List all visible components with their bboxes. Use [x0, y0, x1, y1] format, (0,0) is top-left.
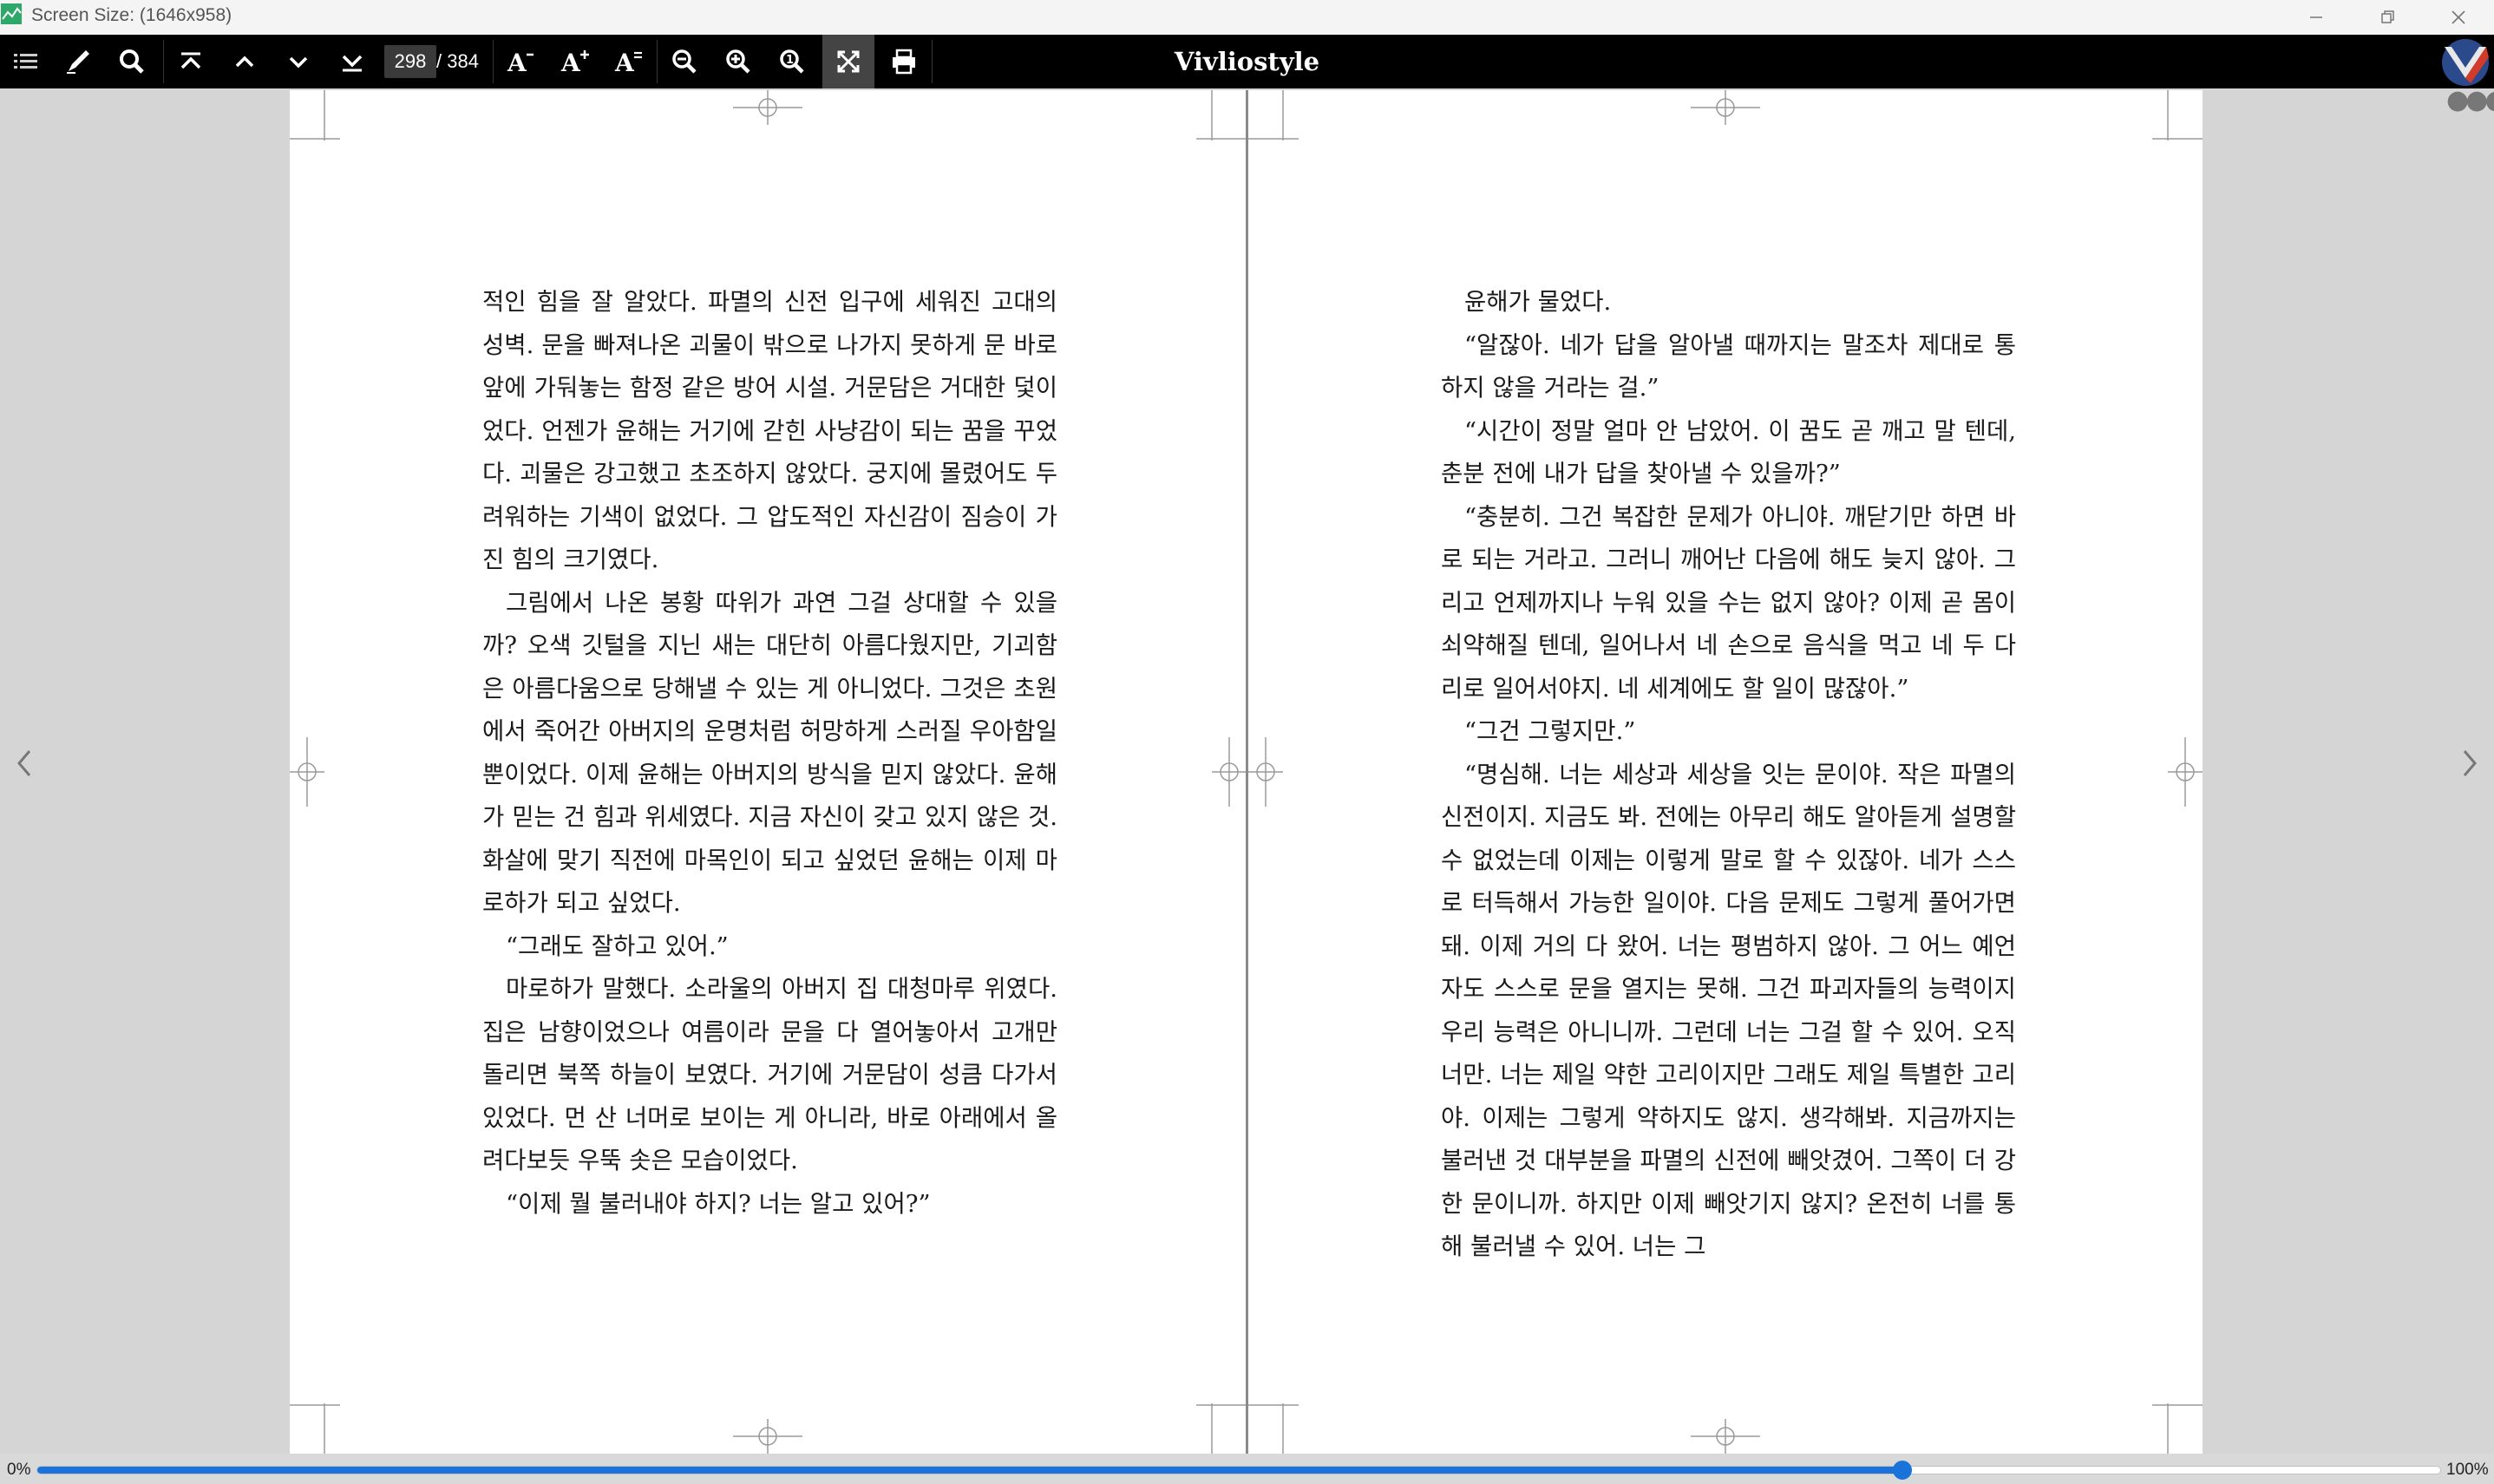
paragraph: 윤해가 물었다.	[1464, 288, 1612, 316]
close-icon[interactable]	[2424, 0, 2493, 35]
window-titlebar: Screen Size: (1646x958)	[0, 0, 2494, 36]
paragraph: “충분히. 그건 복잡한 문제가 아니야. 깨닫기만 하면 바로 되는 거라고.…	[1441, 502, 2016, 703]
zoom-out-icon[interactable]	[658, 35, 710, 88]
marker-icon[interactable]	[52, 35, 104, 88]
progress-min-label: 0%	[7, 1461, 31, 1479]
window-title: Screen Size: (1646x958)	[31, 5, 232, 25]
paragraph: “알잖아. 네가 답을 알아낼 때까지는 말조차 제대로 통하지 않을 거라는 …	[1441, 330, 2016, 402]
page-number-input[interactable]: 298	[384, 45, 436, 78]
print-icon[interactable]	[878, 35, 930, 88]
search-icon[interactable]	[106, 35, 158, 88]
font-increase-icon[interactable]: A	[549, 35, 601, 88]
paragraph: “그래도 잘하고 있어.”	[506, 932, 729, 960]
chevron-right-icon	[2463, 750, 2477, 776]
font-decrease-icon[interactable]: A	[495, 35, 547, 88]
svg-text:1: 1	[786, 54, 794, 67]
paragraph: “이제 뭘 불러내야 하지? 너는 알고 있어?”	[506, 1189, 931, 1218]
page-total: / 384	[436, 50, 479, 72]
progress-fill	[37, 1467, 1902, 1474]
next-spread-button[interactable]	[2452, 742, 2487, 785]
prev-spread-button[interactable]	[7, 742, 42, 785]
last-page-icon[interactable]	[326, 35, 378, 88]
next-page-icon[interactable]	[272, 35, 324, 88]
prev-page-icon[interactable]	[219, 35, 271, 88]
zoom-in-icon[interactable]	[712, 35, 764, 88]
left-page: 적인 힘을 잘 알았다. 파멸의 신전 입구에 세워진 고대의 성벽. 문을 빠…	[290, 90, 1247, 1454]
svg-text:A: A	[507, 49, 527, 76]
chevron-left-icon	[17, 750, 31, 776]
progress-max-label: 100%	[2446, 1461, 2489, 1479]
vivliostyle-logo-icon	[2442, 39, 2489, 86]
reading-progress: 0% 100%	[0, 1454, 2494, 1484]
more-options-icon[interactable]: ●●●	[2446, 88, 2494, 114]
toc-icon[interactable]	[0, 35, 52, 88]
progress-thumb[interactable]	[1892, 1461, 1912, 1480]
app-brand: Vivliostyle	[1174, 47, 1320, 76]
svg-text:A: A	[614, 49, 635, 76]
paragraph: 적인 힘을 잘 알았다. 파멸의 신전 입구에 세워진 고대의 성벽. 문을 빠…	[482, 288, 1057, 573]
right-page-text: 윤해가 물었다. “알잖아. 네가 답을 알아낼 때까지는 말조차 제대로 통하…	[1441, 281, 2016, 1269]
svg-text:A: A	[560, 49, 581, 76]
minimize-icon[interactable]	[2281, 0, 2351, 35]
zoom-actual-icon[interactable]: 1	[766, 35, 818, 88]
first-page-icon[interactable]	[165, 35, 217, 88]
app-icon	[1, 3, 22, 24]
paragraph: “시간이 정말 얼마 안 남았어. 이 꿈도 곧 깨고 말 텐데, 춘분 전에 …	[1441, 416, 2016, 488]
maximize-icon[interactable]	[2353, 0, 2422, 35]
left-page-text: 적인 힘을 잘 알았다. 파멸의 신전 입구에 세워진 고대의 성벽. 문을 빠…	[482, 281, 1057, 1226]
paragraph: 마로하가 말했다. 소라울의 아버지 집 대청마루 위였다. 집은 남향이었으나…	[482, 975, 1057, 1174]
progress-slider[interactable]	[36, 1461, 2441, 1480]
font-reset-icon[interactable]: A	[603, 35, 655, 88]
right-page: 윤해가 물었다. “알잖아. 네가 답을 알아낼 때까지는 말조차 제대로 통하…	[1248, 90, 2203, 1454]
fit-page-icon[interactable]	[822, 35, 874, 88]
paragraph: “명심해. 너는 세상과 세상을 잇는 문이야. 작은 파멸의 신전이지. 지금…	[1441, 760, 2016, 1261]
paragraph: 그림에서 나온 봉황 따위가 과연 그걸 상대할 수 있을까? 오색 깃털을 지…	[482, 588, 1057, 918]
paragraph: “그건 그렇지만.”	[1464, 717, 1636, 745]
